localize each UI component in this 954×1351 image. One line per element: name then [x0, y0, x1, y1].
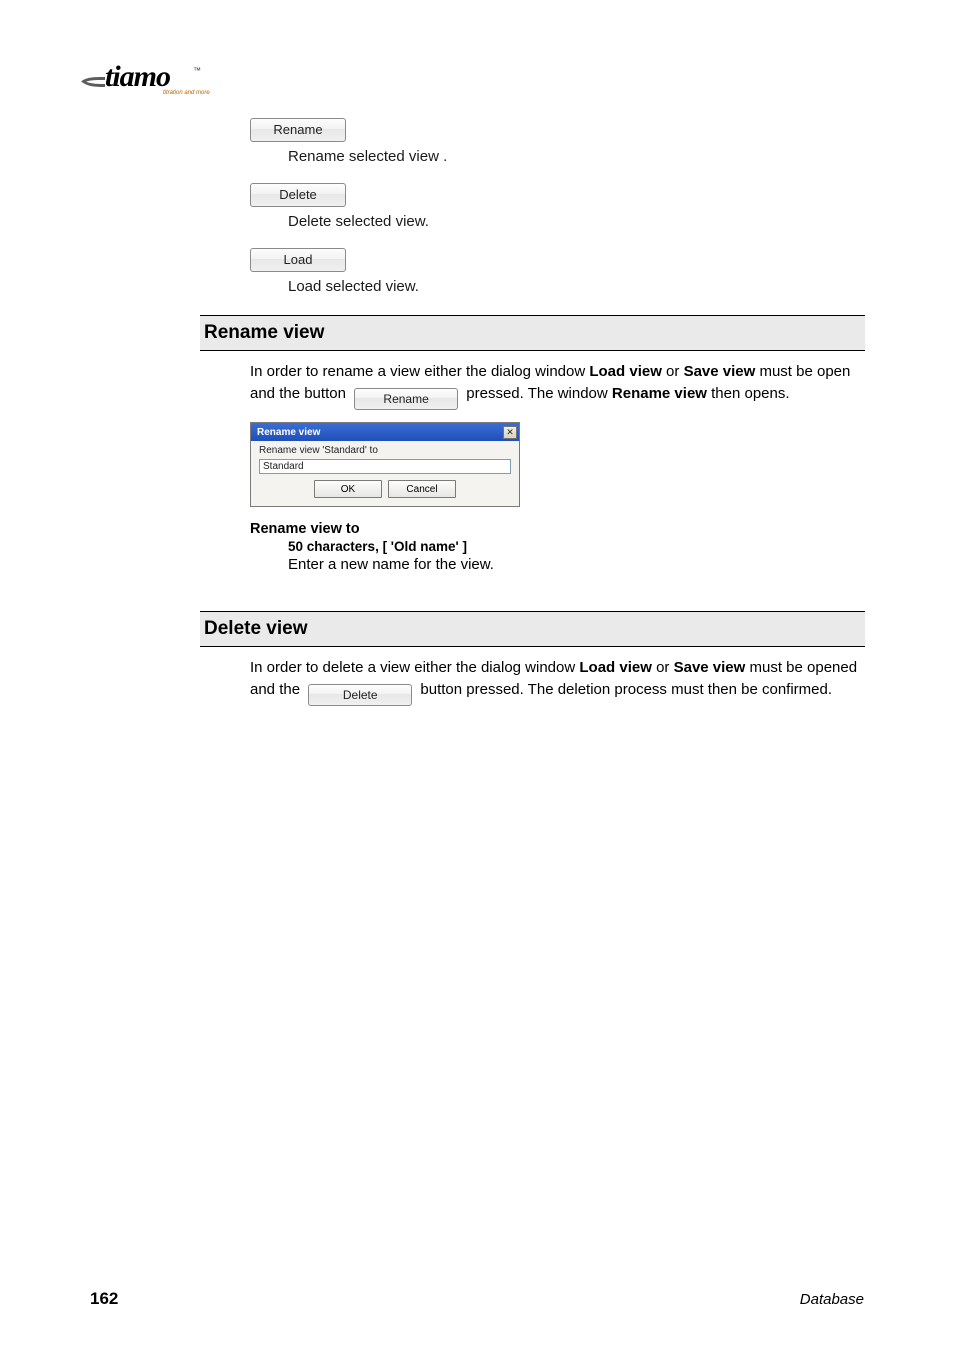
text: pressed. The window	[462, 385, 612, 402]
section-heading-delete: Delete view	[200, 611, 865, 647]
text: button pressed. The deletion process mus…	[416, 681, 832, 698]
delete-button-description: Delete selected view.	[288, 213, 865, 230]
text-bold: Load view	[589, 363, 662, 380]
dialog-titlebar: Rename view ✕	[251, 423, 519, 441]
text: In order to rename a view either the dia…	[250, 363, 589, 380]
rename-paragraph: In order to rename a view either the dia…	[250, 361, 865, 410]
rename-button[interactable]: Rename	[250, 118, 346, 142]
dialog-field-label: Rename view 'Standard' to	[259, 445, 511, 456]
rename-button-inline[interactable]: Rename	[354, 388, 458, 410]
close-icon[interactable]: ✕	[503, 426, 517, 439]
rename-button-description: Rename selected view .	[288, 148, 865, 165]
text: or	[652, 659, 674, 676]
dialog-title: Rename view	[257, 427, 320, 438]
text-bold: Save view	[674, 659, 746, 676]
text-bold: Load view	[579, 659, 652, 676]
load-button-description: Load selected view.	[288, 278, 865, 295]
text-bold: Rename view	[612, 385, 707, 402]
text: then opens.	[707, 385, 790, 402]
brand-logo: tiamo ™ titration and more	[75, 60, 220, 102]
param-heading: Rename view to	[250, 521, 865, 537]
footer-section-name: Database	[800, 1291, 864, 1308]
rename-input[interactable]	[259, 459, 511, 474]
delete-button-inline[interactable]: Delete	[308, 684, 412, 706]
load-button[interactable]: Load	[250, 248, 346, 272]
logo-tagline: titration and more	[163, 90, 210, 96]
text: In order to delete a view either the dia…	[250, 659, 579, 676]
delete-paragraph: In order to delete a view either the dia…	[250, 657, 865, 706]
delete-button[interactable]: Delete	[250, 183, 346, 207]
logo-text: tiamo	[105, 60, 170, 94]
logo-arrow-icon	[75, 74, 105, 90]
section-heading-rename: Rename view	[200, 315, 865, 351]
rename-view-dialog: Rename view ✕ Rename view 'Standard' to …	[250, 422, 520, 507]
dialog-cancel-button[interactable]: Cancel	[388, 480, 456, 498]
text: or	[662, 363, 684, 380]
logo-trademark: ™	[193, 66, 201, 75]
page-number: 162	[90, 1289, 118, 1309]
text-bold: Save view	[684, 363, 756, 380]
param-description: Enter a new name for the view.	[288, 556, 865, 573]
dialog-ok-button[interactable]: OK	[314, 480, 382, 498]
param-constraint: 50 characters, [ 'Old name' ]	[288, 539, 865, 554]
